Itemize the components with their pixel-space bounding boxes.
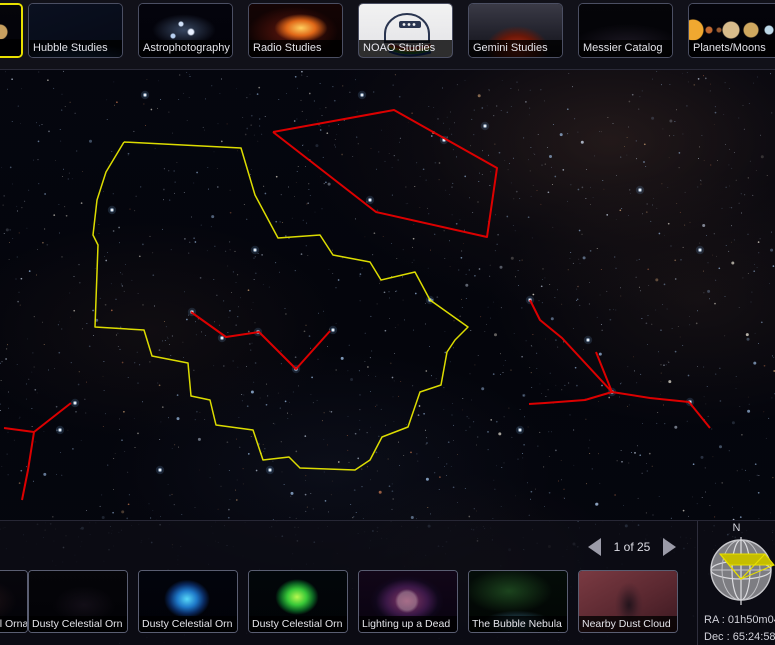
category-tile-label: Gemini Studies xyxy=(469,40,562,57)
category-tile-label: NOAO Studies xyxy=(359,40,452,57)
category-tile-hubble-studies[interactable]: Hubble Studies xyxy=(28,3,123,58)
category-tile-planets-moons[interactable]: Planets/Moons xyxy=(688,3,775,58)
result-thumbnail-label: Dusty Celestial Ornament xyxy=(0,616,27,632)
category-tile-label: Solar System xyxy=(0,39,21,56)
category-tile-radio-studies[interactable]: Radio Studies xyxy=(248,3,343,58)
result-thumbnail-tile[interactable]: Dusty Celestial Ornament xyxy=(0,570,28,633)
result-thumbnail-tile[interactable]: Nearby Dust Cloud xyxy=(578,570,678,633)
orientation-compass-panel: N RA : 01h50m04 Dec : 65:24:58 xyxy=(697,521,775,645)
pagination-control: 1 of 25 xyxy=(588,538,676,556)
prev-page-arrow-icon[interactable] xyxy=(588,538,601,556)
category-tile-noao-studies[interactable]: NOAO Studies xyxy=(358,3,453,58)
result-thumbnail-label: Dusty Celestial Orn xyxy=(139,616,237,632)
result-thumbnail-tile[interactable]: Dusty Celestial Orn xyxy=(138,570,238,633)
category-tile-label: Radio Studies xyxy=(249,40,342,57)
result-thumbnail-label: Dusty Celestial Orn xyxy=(249,616,347,632)
category-strip: Solar System Hubble Studies Astrophotograp… xyxy=(0,0,775,70)
category-tile-messier-catalog[interactable]: Messier Catalog xyxy=(578,3,673,58)
category-tile-solar-system[interactable]: Solar System xyxy=(0,3,23,58)
result-thumbnail-label: Lighting up a Dead xyxy=(359,616,457,632)
result-thumbnail-tile[interactable]: The Bubble Nebula xyxy=(468,570,568,633)
category-tile-gemini-studies[interactable]: Gemini Studies xyxy=(468,3,563,58)
declination-readout: Dec : 65:24:58 xyxy=(704,631,775,643)
result-thumbnail-tile[interactable]: Lighting up a Dead xyxy=(358,570,458,633)
result-thumbnail-label: The Bubble Nebula xyxy=(469,616,567,632)
result-thumbnail-label: Nearby Dust Cloud xyxy=(579,616,677,632)
page-indicator-label: 1 of 25 xyxy=(613,540,651,554)
next-page-arrow-icon[interactable] xyxy=(663,538,676,556)
sky-explorer-app: Solar System Hubble Studies Astrophotograp… xyxy=(0,0,775,645)
result-thumbnail-tile[interactable]: Dusty Celestial Orn xyxy=(28,570,128,633)
category-tile-label: Hubble Studies xyxy=(29,40,122,57)
result-thumbnail-label: Dusty Celestial Orn xyxy=(29,616,127,632)
category-tile-label: Astrophotography xyxy=(139,40,232,57)
category-tile-label: Planets/Moons xyxy=(689,40,775,57)
celestial-sphere-icon xyxy=(710,537,775,605)
right-ascension-readout: RA : 01h50m04 xyxy=(704,614,775,626)
north-label: N xyxy=(732,522,741,534)
category-tile-astrophotography[interactable]: Astrophotography xyxy=(138,3,233,58)
category-tile-label: Messier Catalog xyxy=(579,40,672,57)
result-thumbnail-tile[interactable]: Dusty Celestial Orn xyxy=(248,570,348,633)
